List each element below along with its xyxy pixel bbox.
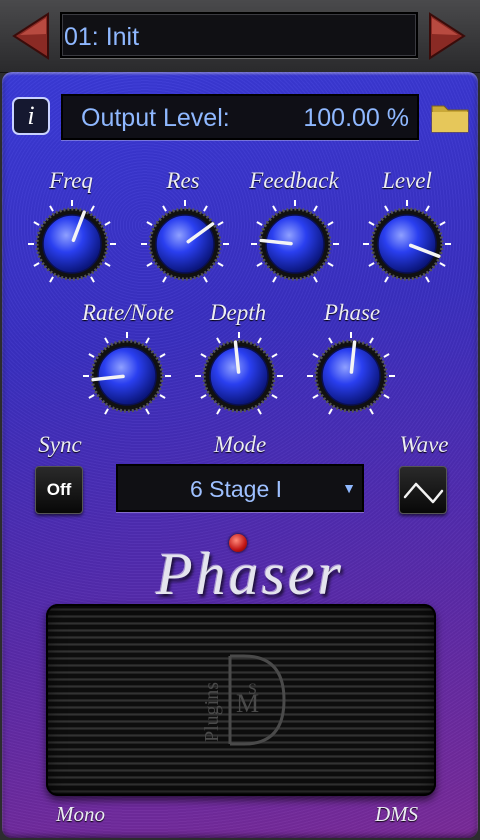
mode-value: 6 Stage I — [189, 476, 283, 502]
feedback-knob[interactable] — [250, 199, 340, 289]
rate-note-knob[interactable] — [82, 331, 172, 421]
svg-text:Plugins: Plugins — [201, 682, 223, 742]
phase-knob[interactable] — [306, 331, 396, 421]
preset-name-display[interactable]: 01: Init — [60, 12, 418, 58]
level-knob[interactable] — [362, 199, 452, 289]
mode-label: Mode — [213, 432, 267, 457]
mono-label: Mono — [56, 802, 105, 826]
svg-text:S: S — [248, 681, 257, 698]
depth-knob[interactable] — [194, 331, 284, 421]
freq-label: Freq — [49, 168, 93, 193]
left-triangle-icon — [12, 12, 49, 60]
triangle-wave-icon — [403, 482, 444, 504]
depth-label: Depth — [209, 300, 267, 325]
res-label: Res — [166, 168, 200, 193]
dropdown-caret-icon: ▼ — [342, 480, 356, 496]
sync-label: Sync — [38, 432, 82, 457]
res-knob[interactable] — [140, 199, 230, 289]
mode-select[interactable]: 6 Stage I ▼ — [116, 464, 364, 512]
right-triangle-icon — [429, 12, 466, 60]
freq-knob[interactable] — [27, 199, 117, 289]
parameter-readout: Output Level: 100.00 % — [61, 94, 419, 140]
wave-button[interactable] — [399, 466, 447, 514]
folder-icon[interactable] — [430, 100, 470, 134]
info-button[interactable]: i — [12, 97, 50, 135]
dms-plugins-logo: M S Plugins — [178, 650, 298, 750]
dms-label: DMS — [375, 802, 419, 826]
phaser-plugin-window: 01: Init i Output Level: 100.00 % Freq R… — [0, 0, 480, 840]
parameter-value: 100.00 % — [303, 104, 409, 132]
preset-bar: 01: Init — [0, 0, 480, 73]
phase-label: Phase — [323, 300, 381, 325]
prev-preset-button[interactable] — [6, 8, 56, 64]
wave-label: Wave — [399, 432, 449, 457]
parameter-name: Output Level: — [81, 104, 230, 132]
sync-toggle-button[interactable]: Off — [35, 466, 83, 514]
next-preset-button[interactable] — [424, 8, 474, 64]
brand-title: Phaser — [156, 541, 344, 607]
feedback-label: Feedback — [249, 168, 339, 193]
level-label: Level — [382, 168, 432, 193]
rate-note-label: Rate/Note — [82, 300, 174, 325]
